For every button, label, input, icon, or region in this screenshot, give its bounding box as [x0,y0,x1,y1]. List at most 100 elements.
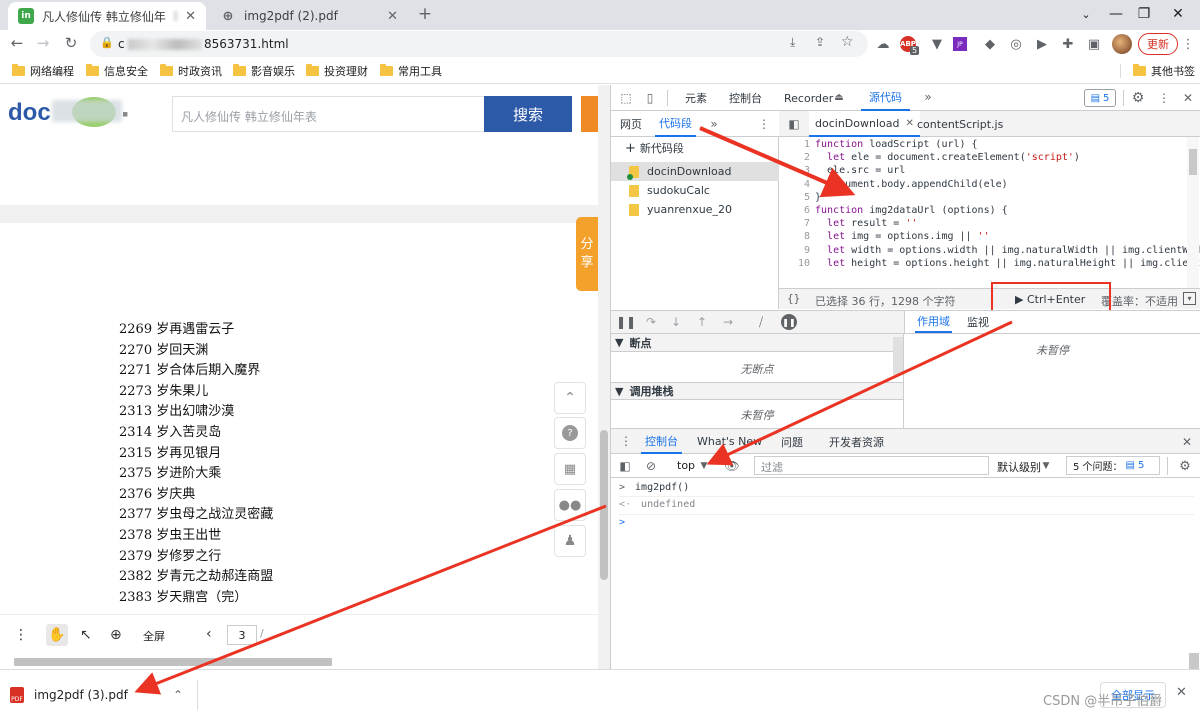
tab-snippets[interactable]: 代码段 [655,111,696,137]
qq-icon[interactable]: ♟ [554,525,586,557]
help-icon[interactable]: ? [554,417,586,449]
page-number-input[interactable]: 3 [227,625,257,645]
device-toolbar-icon[interactable]: ▯ [641,89,659,107]
console-prompt-line[interactable]: > [619,514,1194,530]
download-icon[interactable]: ⤓ [790,35,795,50]
console-settings-gear-icon[interactable]: ⚙ [1177,458,1193,474]
share-tab[interactable]: 分 享 [576,217,598,291]
zoom-in-icon[interactable]: ⊕ [110,627,122,643]
scrollbar-thumb[interactable] [600,430,608,580]
editor-tab-docindownload[interactable]: docinDownload ✕ [809,111,920,137]
pause-on-exceptions-icon[interactable]: ❚❚ [781,314,797,330]
close-download-shelf-icon[interactable]: ✕ [1176,685,1187,700]
share-icon[interactable]: ⇪ [815,35,825,49]
upload-button-edge[interactable] [581,96,598,132]
tab-watch[interactable]: 监视 [967,311,989,333]
snippet-item[interactable]: sudokuCalc [611,181,779,200]
extension-vpn-icon[interactable]: ▼ [927,34,947,54]
step-into-icon[interactable]: ↓ [669,315,683,329]
toggle-navigator-icon[interactable]: ◧ [787,117,801,131]
new-snippet-button[interactable]: + 新代码段 [611,137,779,159]
breakpoints-header[interactable]: ▼ 断点 [611,334,903,352]
extensions-puzzle-icon[interactable]: ✚ [1058,34,1078,54]
extension-ring-icon[interactable]: ◎ [1006,34,1026,54]
sidebar-scrollbar[interactable] [893,337,903,375]
fullscreen-button[interactable]: 全屏 [143,628,165,644]
issues-badge[interactable]: ▤ 5 [1084,89,1116,107]
tab-novel-page[interactable]: in 凡人修仙传 韩立修仙年 ✕ [8,2,206,30]
drawer-tab-whats-new[interactable]: What's New [697,429,762,454]
search-input[interactable]: 凡人修仙传 韩立修仙年表 [172,96,484,132]
bookmark-folder[interactable]: 常用工具 [380,62,442,80]
context-selector[interactable]: top [677,459,695,472]
tab-elements[interactable]: 元素 [685,85,707,111]
customize-menu-icon[interactable]: ⋮ [1155,89,1173,107]
callstack-header[interactable]: ▼ 调用堆栈 [611,382,903,400]
search-button[interactable]: 搜索 [484,96,572,132]
bookmark-folder[interactable]: 影音娱乐 [233,62,295,80]
qrcode-icon[interactable]: ▦ [554,453,586,485]
bookmark-folder[interactable]: 投资理财 [306,62,368,80]
snippet-item[interactable]: yuanrenxue_20 [611,200,779,219]
snippet-item[interactable]: docinDownload [611,162,779,181]
log-level-selector[interactable]: 默认级别 [997,459,1041,475]
tab-console[interactable]: 控制台 [729,85,762,111]
bookmark-folder[interactable]: 时政资讯 [160,62,222,80]
console-filter-input[interactable]: 过滤 [754,456,989,475]
live-expression-eye-icon[interactable]: 👁 [723,458,741,474]
tab-sources[interactable]: 源代码 [861,85,910,111]
extension-purple-icon[interactable]: JP [953,37,967,51]
deactivate-breakpoints-icon[interactable]: ⧸ [753,315,769,329]
address-bar[interactable]: 🔒 c 8563731.html ⤓ ⇪ ☆ [90,31,868,57]
extension-cat-icon[interactable]: ◆ [980,34,1000,54]
editor-scrollbar[interactable] [1187,137,1199,288]
settings-gear-icon[interactable]: ⚙ [1129,89,1147,107]
close-tab-icon[interactable]: ✕ [387,9,398,24]
bookmark-folder[interactable]: 信息安全 [86,62,148,80]
more-menu-icon[interactable]: ⋮ [1178,34,1198,54]
close-drawer-icon[interactable]: ✕ [1179,434,1195,450]
toggle-debugger-icon[interactable]: ▾ [1183,292,1196,305]
context-dropdown-icon[interactable]: ▼ [699,459,709,473]
editor-tab-contentscript[interactable]: contentScript.js [917,111,1003,137]
bookmark-star-icon[interactable]: ☆ [841,34,854,50]
step-out-icon[interactable]: ↑ [695,315,709,329]
forward-arrow-icon[interactable]: → [32,32,54,54]
back-arrow-icon[interactable]: ← [6,32,28,54]
code-editor[interactable]: 1 function loadScript (url) {2 let ele = … [779,137,1200,288]
profile-avatar[interactable] [1112,34,1132,54]
extension-cloud-icon[interactable]: ☁ [873,34,893,54]
scrollbar-thumb[interactable] [1189,149,1197,175]
step-icon[interactable]: → [721,315,735,329]
scroll-top-button[interactable]: ⌃ [554,382,586,414]
other-bookmarks[interactable]: 其他书签 [1133,62,1195,80]
clear-console-icon[interactable]: ⊘ [643,458,659,474]
side-panel-icon[interactable]: ▣ [1084,34,1104,54]
step-over-icon[interactable]: ↷ [643,315,659,329]
more-nav-chevron-icon[interactable]: » [707,117,721,131]
prev-page-icon[interactable]: ‹ [206,626,212,642]
horizontal-scrollbar[interactable] [14,658,332,666]
download-options-chevron-icon[interactable]: ⌃ [173,688,183,702]
drawer-tab-issues[interactable]: 问题 [781,429,803,454]
inspect-element-icon[interactable]: ⬚ [617,89,635,107]
issues-counter[interactable]: 5 个问题： ▤ 5 [1066,456,1160,475]
extension-play-icon[interactable]: ▶ [1032,34,1052,54]
drawer-tab-developer-resources[interactable]: 开发者资源 [829,429,884,454]
page-vertical-scrollbar[interactable] [598,85,610,669]
more-tabs-chevron-icon[interactable]: » [921,90,935,104]
wechat-icon[interactable]: ●● [554,489,586,521]
drawer-tab-console[interactable]: 控制台 [641,429,682,454]
bookmark-folder[interactable]: 网络编程 [12,62,74,80]
download-item[interactable]: PDF img2pdf (3).pdf ⌃ [10,680,198,710]
tab-page[interactable]: 网页 [620,111,642,137]
close-window-button[interactable]: ✕ [1158,2,1198,26]
hand-tool-icon[interactable]: ✋ [46,624,68,646]
close-editor-tab-icon[interactable]: ✕ [905,118,913,129]
console-output[interactable]: > img2pdf() <· undefined > [611,478,1200,693]
update-button[interactable]: 更新 [1138,33,1178,55]
reload-icon[interactable]: ↻ [60,32,82,54]
new-tab-button[interactable]: + [414,3,436,25]
close-tab-icon[interactable]: ✕ [185,9,196,24]
pause-icon[interactable]: ❚❚ [616,315,636,329]
